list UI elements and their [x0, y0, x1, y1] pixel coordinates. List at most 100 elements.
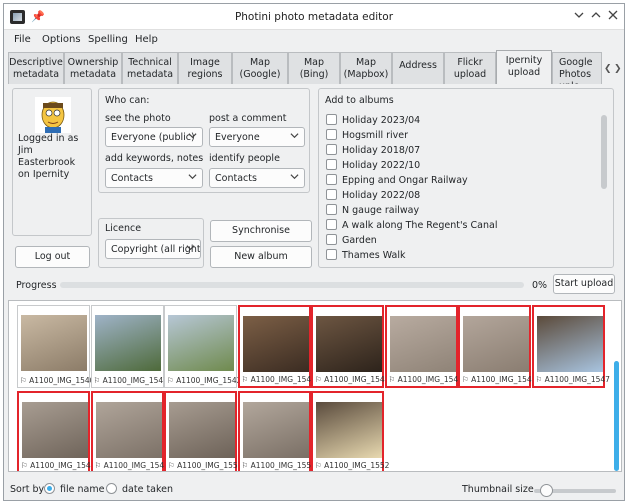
thumbnail-image	[168, 315, 234, 371]
thumbnail-item[interactable]: ⚐ A1100_IMG_1548	[17, 391, 95, 471]
tab-bar: Descriptive metadata Ownership metadata …	[8, 50, 622, 84]
album-item[interactable]: N gauge railway	[326, 204, 419, 218]
thumbnail-item[interactable]: ⚐ A1100_IMG_1549	[90, 391, 169, 471]
checkbox[interactable]	[326, 204, 337, 215]
minimize-button[interactable]	[571, 9, 587, 25]
thumbnail-item[interactable]: ⚐ A1100_IMG_1547	[531, 305, 610, 388]
who-can-title: Who can:	[105, 95, 150, 106]
user-group: Logged in as Jim Easterbrook on Ipernity	[12, 88, 92, 236]
checkbox[interactable]	[326, 234, 337, 245]
thumbnail-grid[interactable]: ⚐ A1100_IMG_1540 ⚐ A1100_IMG_1541 ⚐ A1100_…	[8, 300, 622, 472]
new-album-button[interactable]: New album	[210, 246, 312, 268]
tab-map-mapbox[interactable]: Map (Mapbox)	[340, 52, 392, 84]
album-item[interactable]: Hogsmill river	[326, 129, 408, 143]
tab-ipernity-upload[interactable]: Ipernity upload	[496, 50, 552, 84]
album-item[interactable]: Holiday 2022/08	[326, 189, 420, 203]
menu-options[interactable]: Options	[42, 34, 81, 45]
close-button[interactable]	[605, 9, 621, 25]
thumbnail-item[interactable]: ⚐ A1100_IMG_1550	[164, 391, 242, 471]
album-item[interactable]: Holiday 2018/07	[326, 144, 420, 158]
checkbox[interactable]	[326, 114, 337, 125]
radio-button[interactable]	[44, 483, 55, 494]
checkbox[interactable]	[326, 249, 337, 260]
albums-scrollbar[interactable]	[601, 115, 607, 189]
thumbnail-item[interactable]: ⚐ A1100_IMG_1544	[311, 305, 389, 388]
album-item[interactable]: A walk along The Regent's Canal	[326, 219, 497, 233]
chevron-right-icon[interactable]: ❯	[614, 64, 622, 74]
album-item[interactable]: Garden	[326, 234, 377, 248]
thumbnail-item[interactable]: ⚐ A1100_IMG_1552	[311, 391, 389, 471]
add-keywords-select[interactable]: Contacts	[105, 168, 203, 188]
sort-date-taken-option[interactable]: date taken	[106, 483, 173, 495]
album-item[interactable]: Epping and Ongar Railway	[326, 174, 468, 188]
checkbox[interactable]	[326, 129, 337, 140]
tab-flickr-upload[interactable]: Flickr upload	[444, 52, 496, 84]
menu-help[interactable]: Help	[135, 34, 158, 45]
thumbnail-image	[463, 316, 529, 372]
synchronise-button[interactable]: Synchronise	[210, 220, 312, 242]
checkbox[interactable]	[326, 144, 337, 155]
checkbox[interactable]	[326, 219, 337, 230]
thumbnail-scrollbar[interactable]	[614, 361, 619, 471]
tab-address[interactable]: Address	[392, 52, 444, 84]
thumbnail-item[interactable]: ⚐ A1100_IMG_1540	[17, 305, 94, 388]
album-item[interactable]: Thames Walk	[326, 249, 405, 263]
checkbox[interactable]	[326, 174, 337, 185]
tab-image-regions[interactable]: Image regions	[178, 52, 232, 84]
album-item[interactable]: Holiday 2022/10	[326, 159, 420, 173]
status-bar: Sort by file name date taken Thumbnail s…	[4, 474, 624, 500]
menu-file[interactable]: File	[14, 34, 31, 45]
add-keywords-label: add keywords, notes	[105, 153, 204, 164]
licence-label: Licence	[105, 223, 142, 234]
identify-people-select[interactable]: Contacts	[209, 168, 305, 188]
thumbnail-item[interactable]: ⚐ A1100_IMG_1542	[164, 305, 241, 388]
thumbnail-caption: ⚐ A1100_IMG_1540	[20, 376, 95, 385]
tab-ownership[interactable]: Ownership metadata	[64, 52, 122, 84]
log-out-button[interactable]: Log out	[15, 246, 90, 268]
tab-map-google[interactable]: Map (Google)	[232, 52, 288, 84]
thumbnail-caption: ⚐ A1100_IMG_1552	[315, 461, 390, 470]
licence-select[interactable]: Copyright (all rights	[105, 239, 201, 259]
tab-descriptive[interactable]: Descriptive metadata	[8, 52, 64, 84]
radio-button[interactable]	[106, 483, 117, 494]
thumbnail-item[interactable]: ⚐ A1100_IMG_1545	[384, 305, 463, 388]
post-comment-select[interactable]: Everyone	[209, 127, 305, 147]
thumbnail-image	[242, 316, 309, 372]
maximize-button[interactable]	[588, 9, 604, 25]
logged-in-text: Logged in as Jim Easterbrook on Ipernity	[18, 133, 79, 180]
start-upload-button[interactable]: Start upload	[553, 274, 615, 294]
chevron-down-icon	[290, 174, 299, 180]
album-item[interactable]: Holiday 2023/04	[326, 114, 420, 128]
thumbnail-caption: ⚐ A1100_IMG_1550	[168, 461, 243, 470]
thumbnail-item[interactable]: ⚐ A1100_IMG_1551	[237, 391, 316, 471]
identify-people-label: identify people	[209, 153, 280, 164]
tab-technical[interactable]: Technical metadata	[122, 52, 178, 84]
thumbnail-item[interactable]: ⚐ A1100_IMG_1543	[237, 305, 316, 388]
chevron-down-icon	[188, 174, 197, 180]
upload-progress-bar	[60, 282, 524, 288]
thumbnail-image	[316, 402, 382, 458]
thumbnail-image	[21, 315, 87, 371]
thumbnail-caption: ⚐ A1100_IMG_1551	[241, 461, 316, 470]
sort-file-name-option[interactable]: file name	[44, 483, 104, 495]
thumbnail-caption: ⚐ A1100_IMG_1549	[94, 461, 169, 470]
thumbnail-caption: ⚐ A1100_IMG_1542	[167, 376, 242, 385]
see-photo-select[interactable]: Everyone (public)	[105, 127, 203, 147]
tab-google-photos-upload[interactable]: Google Photos uplo	[552, 52, 602, 84]
thumbnail-caption: ⚐ A1100_IMG_1546	[462, 375, 537, 384]
tab-map-bing[interactable]: Map (Bing)	[288, 52, 340, 84]
albums-group: Add to albums Holiday 2023/04 Hogsmill r…	[318, 88, 614, 268]
thumbnail-item[interactable]: ⚐ A1100_IMG_1541	[90, 305, 168, 388]
thumbnail-caption: ⚐ A1100_IMG_1543	[241, 375, 316, 384]
thumbnail-caption: ⚐ A1100_IMG_1541	[93, 376, 168, 385]
thumbnail-item[interactable]: ⚐ A1100_IMG_1546	[458, 305, 536, 388]
chevron-down-icon	[290, 133, 299, 139]
see-photo-label: see the photo	[105, 113, 171, 124]
menu-spelling[interactable]: Spelling	[88, 34, 128, 45]
checkbox[interactable]	[326, 159, 337, 170]
chevron-left-icon[interactable]: ❮	[604, 64, 612, 74]
checkbox[interactable]	[326, 189, 337, 200]
chevron-down-icon	[574, 12, 584, 18]
user-avatar	[35, 97, 71, 133]
thumbnail-image	[316, 316, 382, 372]
